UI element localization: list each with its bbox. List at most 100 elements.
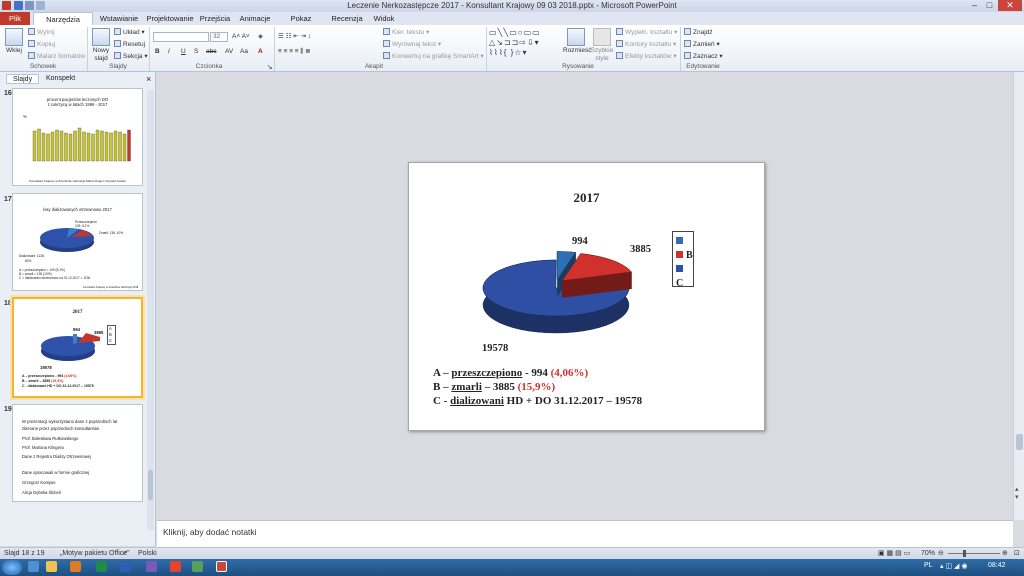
copy-button[interactable]: Kopiuj [28, 40, 55, 49]
font-name-combo[interactable] [153, 32, 209, 42]
legend-entry: C [676, 263, 693, 289]
format-painter-button[interactable]: Malarz formatów [28, 52, 85, 61]
notes-placeholder[interactable]: Kliknij, aby dodać notatki [163, 527, 257, 537]
tab-transitions[interactable]: Przejścia [198, 12, 232, 25]
align-icons[interactable]: ≡ ≡ ≡ ≡ ⫼ ≣ [278, 47, 311, 56]
app-icon[interactable] [146, 561, 157, 572]
arrange-button[interactable]: Rozmieść [563, 28, 592, 55]
legend-swatch [676, 265, 683, 272]
paste-button[interactable]: Wklej [2, 28, 26, 55]
tab-insert[interactable]: Wstawianie [97, 12, 141, 25]
slide-text-line-b[interactable]: B – zmarli – 3885 (15,9%) [433, 380, 555, 394]
select-button[interactable]: Zaznacz ▾ [684, 52, 723, 61]
arrange-icon [567, 28, 585, 46]
section-icon [114, 52, 121, 59]
tab-home[interactable]: Narzędzia główne [33, 12, 93, 37]
shapes-gallery[interactable]: ▭╲╲▭○▭▭ △↘⊐⊐⇨⇩▾ ⌇⌇⌇{ }☆▾ [489, 28, 561, 60]
tab-slideshow[interactable]: Pokaz slajdów [278, 12, 324, 36]
mini-bar [127, 129, 131, 162]
theme-name[interactable]: „Motyw pakietu Office” [60, 548, 130, 559]
current-slide[interactable]: 2017 994 3885 19578 A B C A – przeszczep… [408, 162, 765, 431]
start-button[interactable] [2, 560, 22, 575]
slides-group-label: Slajdy [109, 63, 127, 70]
font-grow-button[interactable]: A˄ A˅ [232, 32, 250, 41]
tab-review[interactable]: Recenzja [328, 12, 366, 25]
view-buttons[interactable]: ▣ ▦ ▤ ▭ [878, 548, 910, 559]
new-slide-button[interactable]: Nowy slajd [90, 28, 112, 63]
bullets-icon[interactable]: ☰ ☷ ⇤ ⇥ ↕ [278, 32, 311, 41]
mini-bar [118, 131, 122, 162]
tab-view[interactable]: Widok [370, 12, 398, 25]
char-spacing-icon[interactable]: AV [225, 47, 233, 56]
section-button[interactable]: Sekcja ▾ [114, 52, 148, 61]
tab-animations[interactable]: Animacje [236, 12, 274, 25]
find-button[interactable]: Znajdź [684, 28, 713, 37]
language-label[interactable]: Polski [138, 548, 157, 559]
zoom-slider[interactable] [948, 553, 1000, 554]
strikethrough-button[interactable]: abc [206, 47, 216, 56]
app-icon[interactable] [192, 561, 203, 572]
paragraph-group-label: Akapit [364, 63, 384, 70]
clear-format-icon[interactable]: ◈ [258, 32, 263, 41]
cut-button[interactable]: Wytnij [28, 28, 55, 37]
fit-slide-icon[interactable]: ⊡ [1014, 548, 1020, 559]
tray-icons[interactable]: ▴ ◫ ◢ ◉ [940, 562, 967, 570]
shape-outline-button[interactable]: Kontury kształtu ▾ [616, 40, 676, 49]
scroll-arrows[interactable]: ▴ ▾ [1015, 486, 1019, 502]
italic-button[interactable]: I [168, 47, 170, 56]
spellcheck-icon[interactable]: ✓ [122, 548, 128, 559]
underline-button[interactable]: U [181, 47, 186, 56]
minimize-button[interactable]: – [968, 0, 981, 11]
mini-bar [91, 133, 95, 162]
maximize-button[interactable]: □ [983, 0, 996, 11]
quick-styles-button[interactable]: Szybkie style [590, 28, 614, 63]
close-pane-icon[interactable]: × [146, 74, 151, 84]
slide-text-line-c[interactable]: C - dializowani HD + DO 31.12.2017 – 195… [433, 394, 642, 408]
clock[interactable]: 08:42 [988, 562, 1006, 569]
excel-icon[interactable] [96, 561, 107, 572]
text-direction-button[interactable]: Kier. tekstu ▾ [383, 28, 429, 37]
dialog-launcher-icon[interactable]: ↘ [265, 63, 274, 72]
media-icon[interactable] [70, 561, 81, 572]
slide-thumbnail-17[interactable]: losy dializowanych otrzewnowo 2017 Przes… [12, 193, 143, 291]
powerpoint-icon[interactable] [216, 561, 227, 572]
align-text-button[interactable]: Wyrównaj tekst ▾ [383, 40, 441, 49]
scroll-thumb[interactable] [1016, 434, 1023, 450]
tab-file[interactable]: Plik [0, 12, 30, 25]
layout-button[interactable]: Układ ▾ [114, 28, 145, 37]
font-size-combo[interactable]: 32 [210, 32, 228, 42]
notes-pane[interactable]: Kliknij, aby dodać notatki [157, 520, 1013, 547]
zoom-in-icon[interactable]: ⊕ [1002, 548, 1008, 559]
chrome-icon[interactable] [170, 561, 181, 572]
shape-effects-button[interactable]: Efekty kształtów ▾ [616, 52, 677, 61]
slide-text-line-a[interactable]: A – przeszczepiono - 994 (4,06%) [433, 366, 588, 380]
zoom-level[interactable]: 70% [921, 548, 935, 559]
zoom-out-icon[interactable]: ⊖ [938, 548, 944, 559]
shadow-button[interactable]: S [194, 47, 198, 56]
slide-thumbnail-19[interactable]: W prezentacji wykorzystano dane z poprze… [12, 404, 143, 502]
bold-button[interactable]: B [155, 47, 160, 56]
legend-swatch [676, 237, 683, 244]
tab-slides[interactable]: Slajdy [6, 74, 40, 84]
slide-number: 19 [4, 406, 12, 413]
editing-group-label: Edytowanie [686, 63, 720, 70]
font-color-icon[interactable]: A [258, 47, 263, 56]
tab-outline[interactable]: Konspekt [40, 74, 81, 84]
slide-thumbnail-16[interactable]: procent pacjentów leczonych DO z cukrzyc… [12, 88, 143, 186]
tab-design[interactable]: Projektowanie [144, 12, 196, 25]
mini-bar [95, 129, 100, 162]
zoom-slider-thumb[interactable] [963, 550, 966, 557]
shape-fill-button[interactable]: Wypełn. kształtu ▾ [616, 28, 677, 37]
ie-icon[interactable] [28, 561, 39, 572]
input-language-indicator[interactable]: PL [924, 562, 933, 569]
folder-icon[interactable] [46, 561, 57, 572]
pane-scrollbar[interactable] [147, 90, 154, 530]
reset-button[interactable]: Resetuj [114, 40, 145, 49]
replace-button[interactable]: Zamień ▾ [684, 40, 720, 49]
slide-thumbnail-18[interactable]: 2017 994 3885 A B C 19578 A – przeszczep… [12, 297, 143, 398]
smartart-button[interactable]: Konwertuj na grafikę SmartArt ▾ [383, 52, 484, 61]
change-case-icon[interactable]: Aa [240, 47, 248, 56]
close-button[interactable]: ✕ [998, 0, 1022, 11]
word-icon[interactable] [120, 561, 131, 572]
canvas-scrollbar[interactable]: ▴ ▾ [1013, 72, 1024, 520]
